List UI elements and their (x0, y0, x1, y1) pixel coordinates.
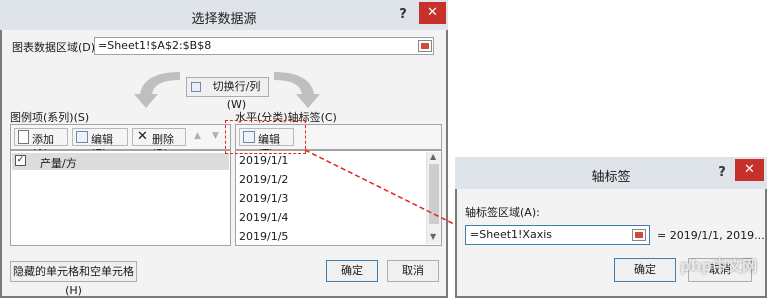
watermark: php中文网 (680, 257, 758, 275)
axis-range-label: 轴标签区域(A): (465, 206, 540, 219)
axis-range-input[interactable]: =Sheet1!Xaxis (465, 225, 650, 245)
ok-button[interactable]: 确定 (614, 258, 676, 282)
range-select-icon[interactable] (632, 229, 646, 241)
axis-labels-dialog: 轴标签 ? ✕ 轴标签区域(A): =Sheet1!Xaxis = 2019/1… (455, 157, 767, 298)
close-button[interactable]: ✕ (735, 159, 764, 181)
axis-range-value: =Sheet1!Xaxis (470, 228, 553, 241)
axis-range-preview: = 2019/1/1, 2019... (657, 229, 765, 242)
dialog-body: 轴标签区域(A): =Sheet1!Xaxis = 2019/1/1, 2019… (457, 189, 765, 296)
help-button[interactable]: ? (712, 165, 732, 180)
